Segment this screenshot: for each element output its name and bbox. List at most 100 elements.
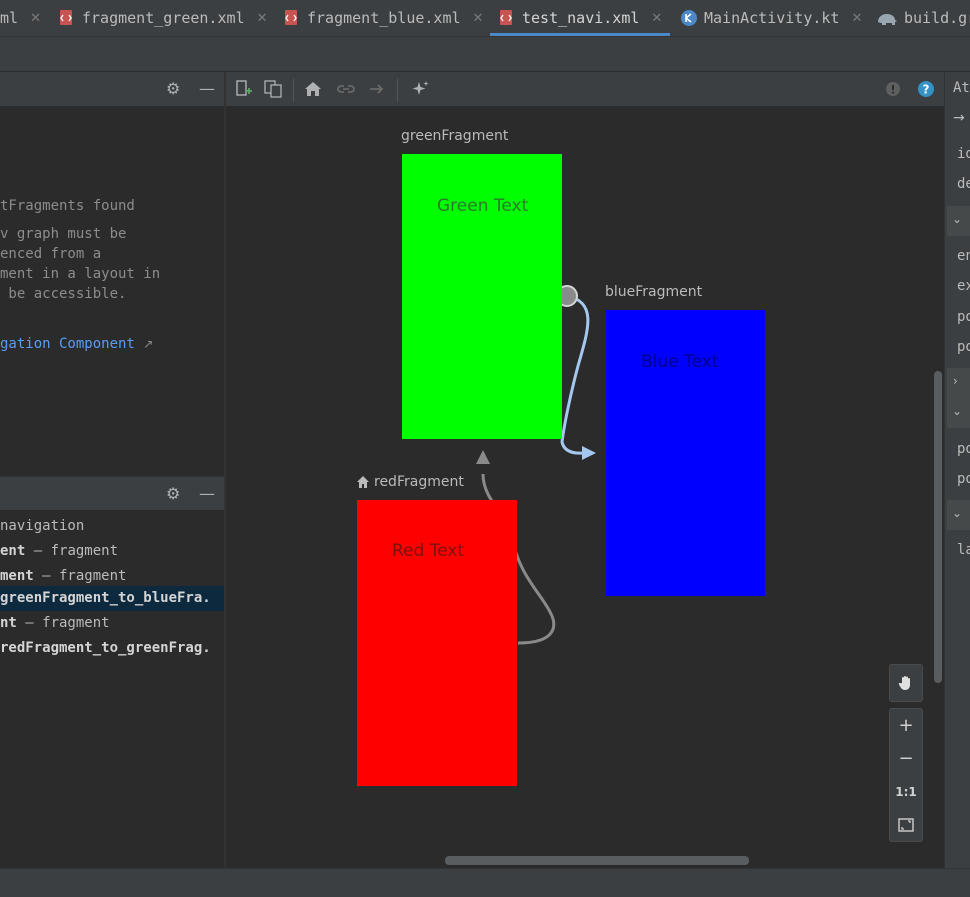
zoom-in-button[interactable]: + xyxy=(890,709,922,742)
tree-item-fragment[interactable]: nt – fragment xyxy=(0,611,224,636)
zoom-out-button[interactable]: − xyxy=(890,742,922,775)
close-icon[interactable]: ✕ xyxy=(473,11,484,26)
add-action-icon[interactable] xyxy=(368,80,386,98)
tree-item-bold: ment xyxy=(0,568,34,584)
horizontal-scrollbar[interactable] xyxy=(445,856,749,865)
no-host-message-line: ment in a layout in xyxy=(0,266,161,282)
tab-main-activity[interactable]: MainActivity.kt ✕ xyxy=(680,0,862,36)
close-icon[interactable]: ✕ xyxy=(851,11,862,26)
section-header-transition[interactable]: ⌄ xyxy=(947,206,970,236)
no-host-message-line: be accessible. xyxy=(0,286,127,302)
vertical-scrollbar[interactable] xyxy=(934,371,942,683)
help-icon[interactable]: ? xyxy=(917,80,935,98)
attributes-title: Att xyxy=(953,80,970,96)
navigation-component-link[interactable]: gation Component ↗ xyxy=(0,336,153,352)
tree-item-bold: redFragment_to_greenFrag. xyxy=(0,640,211,656)
action-green-to-blue[interactable] xyxy=(560,294,590,455)
no-host-message-title: tFragments found xyxy=(0,198,135,214)
tree-item-action-selected[interactable]: greenFragment_to_blueFra. xyxy=(0,586,224,611)
new-destination-icon[interactable] xyxy=(235,80,253,98)
attribute-label-destination: de xyxy=(957,176,970,192)
tree-item-navigation[interactable]: navigation xyxy=(0,514,224,539)
editor-tab-bar: ml ✕ fragment_green.xml ✕ fragment_blue.… xyxy=(0,0,970,37)
attribute-label-pop-exit: po xyxy=(957,339,970,355)
attribute-label-pop-enter: po xyxy=(957,309,970,325)
close-icon[interactable]: ✕ xyxy=(651,11,662,26)
warning-icon[interactable] xyxy=(884,80,902,98)
section-header-arguments[interactable]: › xyxy=(947,368,970,398)
deeplink-icon[interactable] xyxy=(337,80,355,98)
arrowhead-icon xyxy=(582,446,596,460)
tree-item-text: navigation xyxy=(0,518,85,534)
attribute-label-pop-up-to-inclusive: po xyxy=(957,471,970,487)
action-arrow-icon: → xyxy=(953,110,965,126)
chevron-down-icon: ⌄ xyxy=(952,212,963,226)
fragment-preview-text: Green Text xyxy=(437,196,529,216)
tab-label: ml xyxy=(0,9,19,27)
arrow-row: → xyxy=(947,106,970,136)
component-tree-header: ⚙ — xyxy=(0,476,224,511)
attribute-label-enter: en xyxy=(957,248,970,264)
attribute-label-exit: ex xyxy=(957,278,970,294)
attribute-label-launch-single-top: la xyxy=(957,542,970,558)
attribute-label-pop-up-to: po xyxy=(957,441,970,457)
tab-build-gradle[interactable]: build.gr xyxy=(876,0,970,36)
layout-file-icon xyxy=(58,9,76,27)
tree-item-fragment[interactable]: ent – fragment xyxy=(0,539,224,564)
chevron-down-icon: ⌄ xyxy=(952,404,963,418)
minimize-icon[interactable]: — xyxy=(199,485,215,503)
tab-label: build.gr xyxy=(904,9,970,27)
editor-toolbar-strip xyxy=(0,37,970,72)
tab-label: test_navi.xml xyxy=(522,9,640,27)
tree-item-text: – fragment xyxy=(25,543,119,559)
gear-icon[interactable]: ⚙ xyxy=(166,80,180,98)
destination-label-red: redFragment xyxy=(374,474,464,490)
destination-red-fragment[interactable]: Red Text xyxy=(357,500,517,786)
section-header-launch-options[interactable]: ⌄ xyxy=(947,500,970,530)
auto-arrange-icon[interactable] xyxy=(411,80,429,98)
tab-label: fragment_blue.xml xyxy=(307,9,461,27)
nav-editor-toolbar: ? xyxy=(226,72,944,106)
close-icon[interactable]: ✕ xyxy=(257,11,268,26)
status-bar xyxy=(0,868,970,897)
home-icon[interactable] xyxy=(304,80,322,98)
tree-item-action[interactable]: redFragment_to_greenFrag. xyxy=(0,636,224,661)
destination-green-fragment[interactable]: Green Text xyxy=(402,154,562,439)
destination-label-blue: blueFragment xyxy=(605,284,703,300)
close-icon[interactable]: ✕ xyxy=(30,11,41,26)
tab-test-navi[interactable]: test_navi.xml ✕ xyxy=(490,0,670,36)
tree-item-bold: nt xyxy=(0,615,17,631)
arrowhead-icon xyxy=(476,450,490,464)
tab-fragment-green[interactable]: fragment_green.xml ✕ xyxy=(58,0,267,36)
tab-layout-xml[interactable]: ml ✕ xyxy=(0,0,41,36)
navigation-graph-canvas[interactable]: greenFragment Green Text blueFragment Bl… xyxy=(226,106,944,868)
minimize-icon[interactable]: — xyxy=(199,80,215,98)
tab-fragment-blue[interactable]: fragment_blue.xml ✕ xyxy=(283,0,483,36)
tree-item-bold: ent xyxy=(0,543,26,559)
pan-tool-box xyxy=(889,664,923,702)
kotlin-file-icon xyxy=(680,9,698,27)
destination-blue-fragment[interactable]: Blue Text xyxy=(606,310,765,596)
fit-screen-icon xyxy=(898,817,914,832)
tab-label: MainActivity.kt xyxy=(704,9,840,27)
tree-item-text: – fragment xyxy=(33,568,127,584)
pan-hand-icon[interactable] xyxy=(890,665,922,701)
layout-file-icon xyxy=(498,9,516,27)
zoom-actual-size-button[interactable]: 1:1 xyxy=(890,775,922,808)
nested-graph-icon[interactable] xyxy=(264,80,282,98)
fragment-preview-text: Red Text xyxy=(392,541,465,561)
host-panel-header: ⚙ — xyxy=(0,72,224,106)
gradle-elephant-icon xyxy=(876,9,898,27)
gear-icon[interactable]: ⚙ xyxy=(166,485,180,503)
chevron-right-icon: › xyxy=(953,374,958,388)
no-host-message-line: enced from a xyxy=(0,246,102,262)
chevron-down-icon: ⌄ xyxy=(952,506,963,520)
zoom-controls: + − 1:1 xyxy=(889,708,923,842)
component-tree: navigation ent – fragment ment – fragmen… xyxy=(0,510,224,868)
section-header-popbehavior[interactable]: ⌄ xyxy=(947,398,970,428)
tab-label: fragment_green.xml xyxy=(82,9,245,27)
toolbar-separator xyxy=(293,79,294,101)
zoom-to-fit-button[interactable] xyxy=(890,808,922,841)
link-text: gation Component xyxy=(0,336,135,352)
destination-label-green: greenFragment xyxy=(401,128,509,144)
